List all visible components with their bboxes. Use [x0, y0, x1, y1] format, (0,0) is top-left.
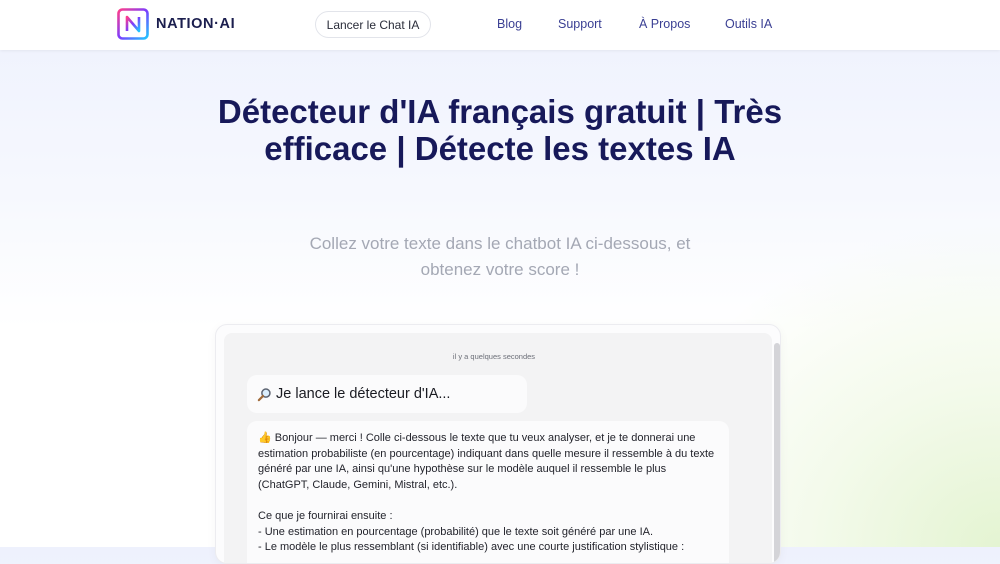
- page-title: Détecteur d'IA français gratuit | Très e…: [217, 93, 783, 167]
- chat-message-text: Je lance le détecteur d'IA...: [276, 386, 451, 402]
- page-subtitle: Collez votre texte dans le chatbot IA ci…: [309, 234, 691, 279]
- chat-message-bot-2: 👍 Bonjour — merci ! Colle ci-dessous le …: [247, 421, 729, 563]
- chat-scrollbar[interactable]: [774, 343, 780, 563]
- message-list-item: - Le modèle le plus ressemblant (si iden…: [258, 541, 685, 554]
- chat-messages-panel: il y a quelques secondes Je lance le dét…: [224, 333, 780, 563]
- message-intro: 👍 Bonjour — merci ! Colle ci-dessous le …: [258, 432, 715, 491]
- nav-link-ai-tools[interactable]: Outils IA: [725, 17, 772, 31]
- nav-link-support[interactable]: Support: [558, 17, 602, 31]
- magnifier-icon: [257, 387, 271, 401]
- nav-link-about[interactable]: À Propos: [639, 17, 690, 31]
- message-timestamp: il y a quelques secondes: [452, 352, 536, 361]
- message-list-item: - Une estimation en pourcentage (probabi…: [258, 525, 654, 538]
- launch-chat-button[interactable]: Lancer le Chat IA: [315, 11, 431, 38]
- site-header: NATION·AI Lancer le Chat IA Blog Support…: [0, 0, 1000, 50]
- chat-message-bot-1: Je lance le détecteur d'IA...: [247, 375, 527, 413]
- logo-text: NATION·AI: [156, 16, 236, 32]
- chatbot-widget: il y a quelques secondes Je lance le dét…: [215, 324, 781, 564]
- logo[interactable]: NATION·AI: [117, 8, 235, 40]
- message-list-title: Ce que je fournirai ensuite :: [258, 509, 393, 522]
- nation-ai-logo-icon: [117, 8, 149, 40]
- nav-link-blog[interactable]: Blog: [497, 17, 522, 31]
